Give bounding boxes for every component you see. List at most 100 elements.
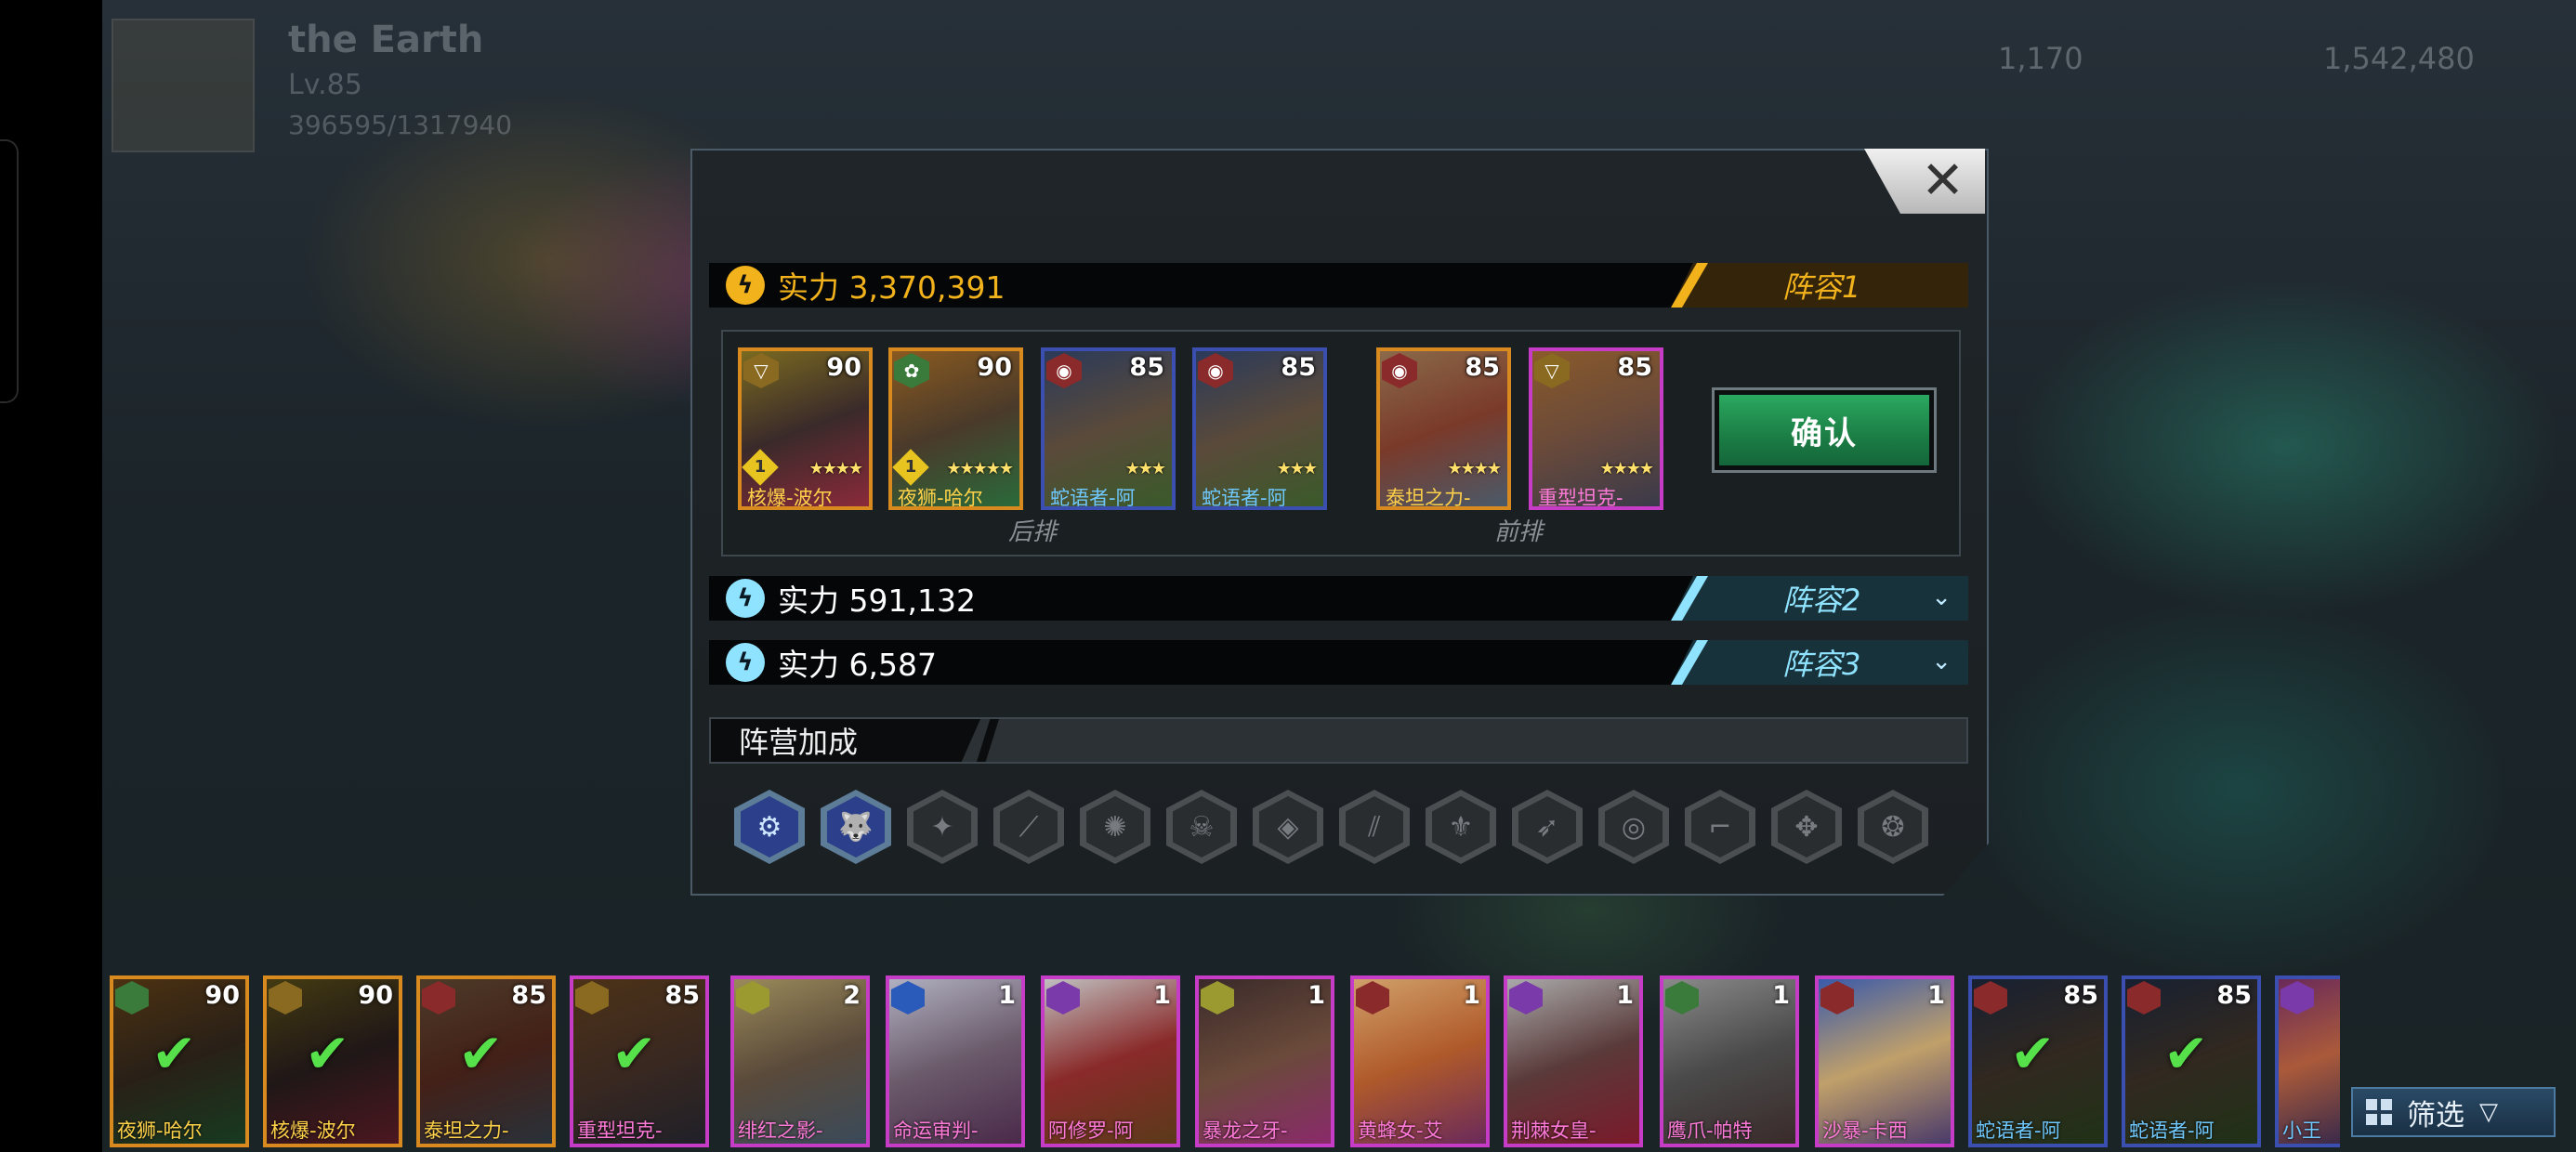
lineup-1-power: 实力 3,370,391 (778, 269, 1005, 306)
tab-lineup-1[interactable]: 阵容1 (1671, 263, 1968, 308)
power-icon: ϟ (726, 579, 765, 618)
screen-left-edge (0, 0, 102, 1152)
roster-hero-card[interactable]: 85 ✔ 泰坦之力- (416, 975, 556, 1147)
team-hero-name: 夜狮-哈尔 (898, 487, 983, 509)
roster-hero-card[interactable]: 1 荆棘女皇- (1504, 975, 1643, 1147)
checkmark-icon: ✔ (458, 1022, 504, 1085)
roster-hero-card[interactable]: 1 命运审判- (886, 975, 1025, 1147)
team-hero-name: 蛇语者-阿 (1202, 487, 1287, 509)
roster-hero-card[interactable]: 85 ✔ 重型坦克- (570, 975, 709, 1147)
grid-icon (2366, 1099, 2392, 1125)
hero-name: 沙暴-卡西 (1822, 1119, 1908, 1142)
chevron-down-icon: ⌄ (1931, 583, 1952, 611)
team-hero-name: 重型坦克- (1538, 487, 1623, 509)
hero-level: 85 (511, 981, 546, 1010)
hero-name: 暴龙之牙- (1203, 1119, 1288, 1142)
gem-count: 1,170 (1998, 41, 2083, 76)
hero-level: 1 (1616, 981, 1634, 1010)
hero-level: 85 (1129, 353, 1164, 382)
lineup-3-header[interactable]: ϟ 实力 6,587 阵容3 ⌄ (709, 640, 1968, 685)
tab-stripe (1671, 263, 1708, 308)
star-rating: ★★★★ (1599, 459, 1654, 478)
player-level: Lv.85 (288, 69, 362, 101)
team-hero-name: 核爆-波尔 (747, 487, 833, 509)
tab-stripe (1671, 640, 1708, 685)
checkmark-icon: ✔ (151, 1022, 197, 1085)
roster-hero-card[interactable]: 1 鹰爪-帕特 (1660, 975, 1799, 1147)
faction-title-stripe (977, 719, 999, 762)
roster-hero-card[interactable]: 90 ✔ 核爆-波尔 (263, 975, 402, 1147)
roster-hero-card[interactable]: 85 ✔ 蛇语者-阿 (1968, 975, 2108, 1147)
player-exp: 396595/1317940 (288, 110, 513, 140)
checkmark-icon: ✔ (2010, 1022, 2056, 1085)
filter-label: 筛选 (2407, 1098, 2464, 1132)
hero-name: 小王 (2282, 1119, 2321, 1142)
star-rating: ★★★★★ (946, 459, 1014, 478)
hero-level: 1 (1308, 981, 1325, 1010)
roster-hero-card[interactable]: 1 阿修罗-阿 (1041, 975, 1180, 1147)
filter-button[interactable]: 筛选 ▽ (2351, 1087, 2556, 1137)
hero-level: 85 (1281, 353, 1316, 382)
tab-lineup-3-label: 阵容3 (1782, 647, 1861, 682)
roster-hero-card[interactable]: 小王 (2275, 975, 2340, 1147)
hero-level: 2 (843, 981, 861, 1010)
faction-bonus-bar: 阵营加成 (709, 717, 1968, 764)
roster-hero-card[interactable]: 1 沙暴-卡西 (1815, 975, 1954, 1147)
hero-name: 重型坦克- (577, 1119, 663, 1142)
hero-level: 90 (204, 981, 240, 1010)
rank-badge: 1 (892, 449, 929, 486)
star-rating: ★★★ (1276, 459, 1318, 478)
camera-notch (0, 139, 19, 403)
power-icon: ϟ (726, 266, 765, 305)
gold-count: 1,542,480 (2323, 41, 2475, 76)
star-rating: ★★★ (1124, 459, 1166, 478)
lineup-2-header[interactable]: ϟ 实力 591,132 阵容2 ⌄ (709, 576, 1968, 621)
roster-hero-card[interactable]: 90 ✔ 夜狮-哈尔 (110, 975, 249, 1147)
lineup-1-header[interactable]: ϟ 实力 3,370,391 阵容1 (709, 263, 1968, 308)
close-icon: ✕ (1921, 151, 1965, 211)
hero-level: 1 (998, 981, 1016, 1010)
roster-hero-card[interactable]: 2 绯红之影- (730, 975, 870, 1147)
hero-name: 蛇语者-阿 (1976, 1119, 2061, 1142)
checkmark-icon: ✔ (2163, 1022, 2209, 1085)
back-row-label: 后排 (1008, 518, 1058, 546)
hero-name: 泰坦之力- (424, 1119, 509, 1142)
team-hero-name: 泰坦之力- (1386, 487, 1471, 509)
player-avatar (112, 19, 255, 152)
hero-name: 荆棘女皇- (1511, 1119, 1597, 1142)
roster-hero-card[interactable]: 1 暴龙之牙- (1195, 975, 1334, 1147)
power-icon: ϟ (726, 643, 765, 682)
rank-badge: 1 (742, 449, 779, 486)
hero-level: 1 (1772, 981, 1790, 1010)
checkmark-icon: ✔ (611, 1022, 657, 1085)
player-name: the Earth (288, 19, 484, 61)
tab-lineup-1-label: 阵容1 (1782, 269, 1861, 305)
faction-bonus-title: 阵营加成 (711, 719, 980, 762)
tab-lineup-2[interactable]: 阵容2 ⌄ (1671, 576, 1968, 621)
hero-level: 85 (2063, 981, 2098, 1010)
hero-name: 鹰爪-帕特 (1667, 1119, 1753, 1142)
tab-stripe (1671, 576, 1708, 621)
lineup-3-power: 实力 6,587 (778, 647, 937, 683)
team-hero-name: 蛇语者-阿 (1050, 487, 1136, 509)
hero-name: 阿修罗-阿 (1048, 1119, 1134, 1142)
hero-roster-strip: 90 ✔ 夜狮-哈尔 90 ✔ 核爆-波尔 85 ✔ 泰坦之力- 85 ✔ 重型… (110, 975, 2340, 1152)
hero-name: 夜狮-哈尔 (117, 1119, 203, 1142)
roster-hero-card[interactable]: 1 黄蜂女-艾 (1350, 975, 1490, 1147)
triangle-down-icon: ▽ (2479, 1098, 2498, 1126)
hero-level: 1 (1463, 981, 1480, 1010)
confirm-button[interactable]: 确认 (1712, 387, 1937, 473)
hero-level: 85 (2216, 981, 2252, 1010)
lineup-2-power: 实力 591,132 (778, 583, 976, 619)
hero-name: 核爆-波尔 (270, 1119, 356, 1142)
hero-level: 90 (826, 353, 861, 382)
hero-level: 90 (358, 981, 393, 1010)
hero-level: 85 (1617, 353, 1652, 382)
hero-level: 1 (1927, 981, 1945, 1010)
hero-name: 绯红之影- (738, 1119, 823, 1142)
tab-lineup-3[interactable]: 阵容3 ⌄ (1671, 640, 1968, 685)
hero-level: 85 (664, 981, 700, 1010)
star-rating: ★★★★ (808, 459, 863, 478)
roster-hero-card[interactable]: 85 ✔ 蛇语者-阿 (2122, 975, 2261, 1147)
checkmark-icon: ✔ (305, 1022, 350, 1085)
